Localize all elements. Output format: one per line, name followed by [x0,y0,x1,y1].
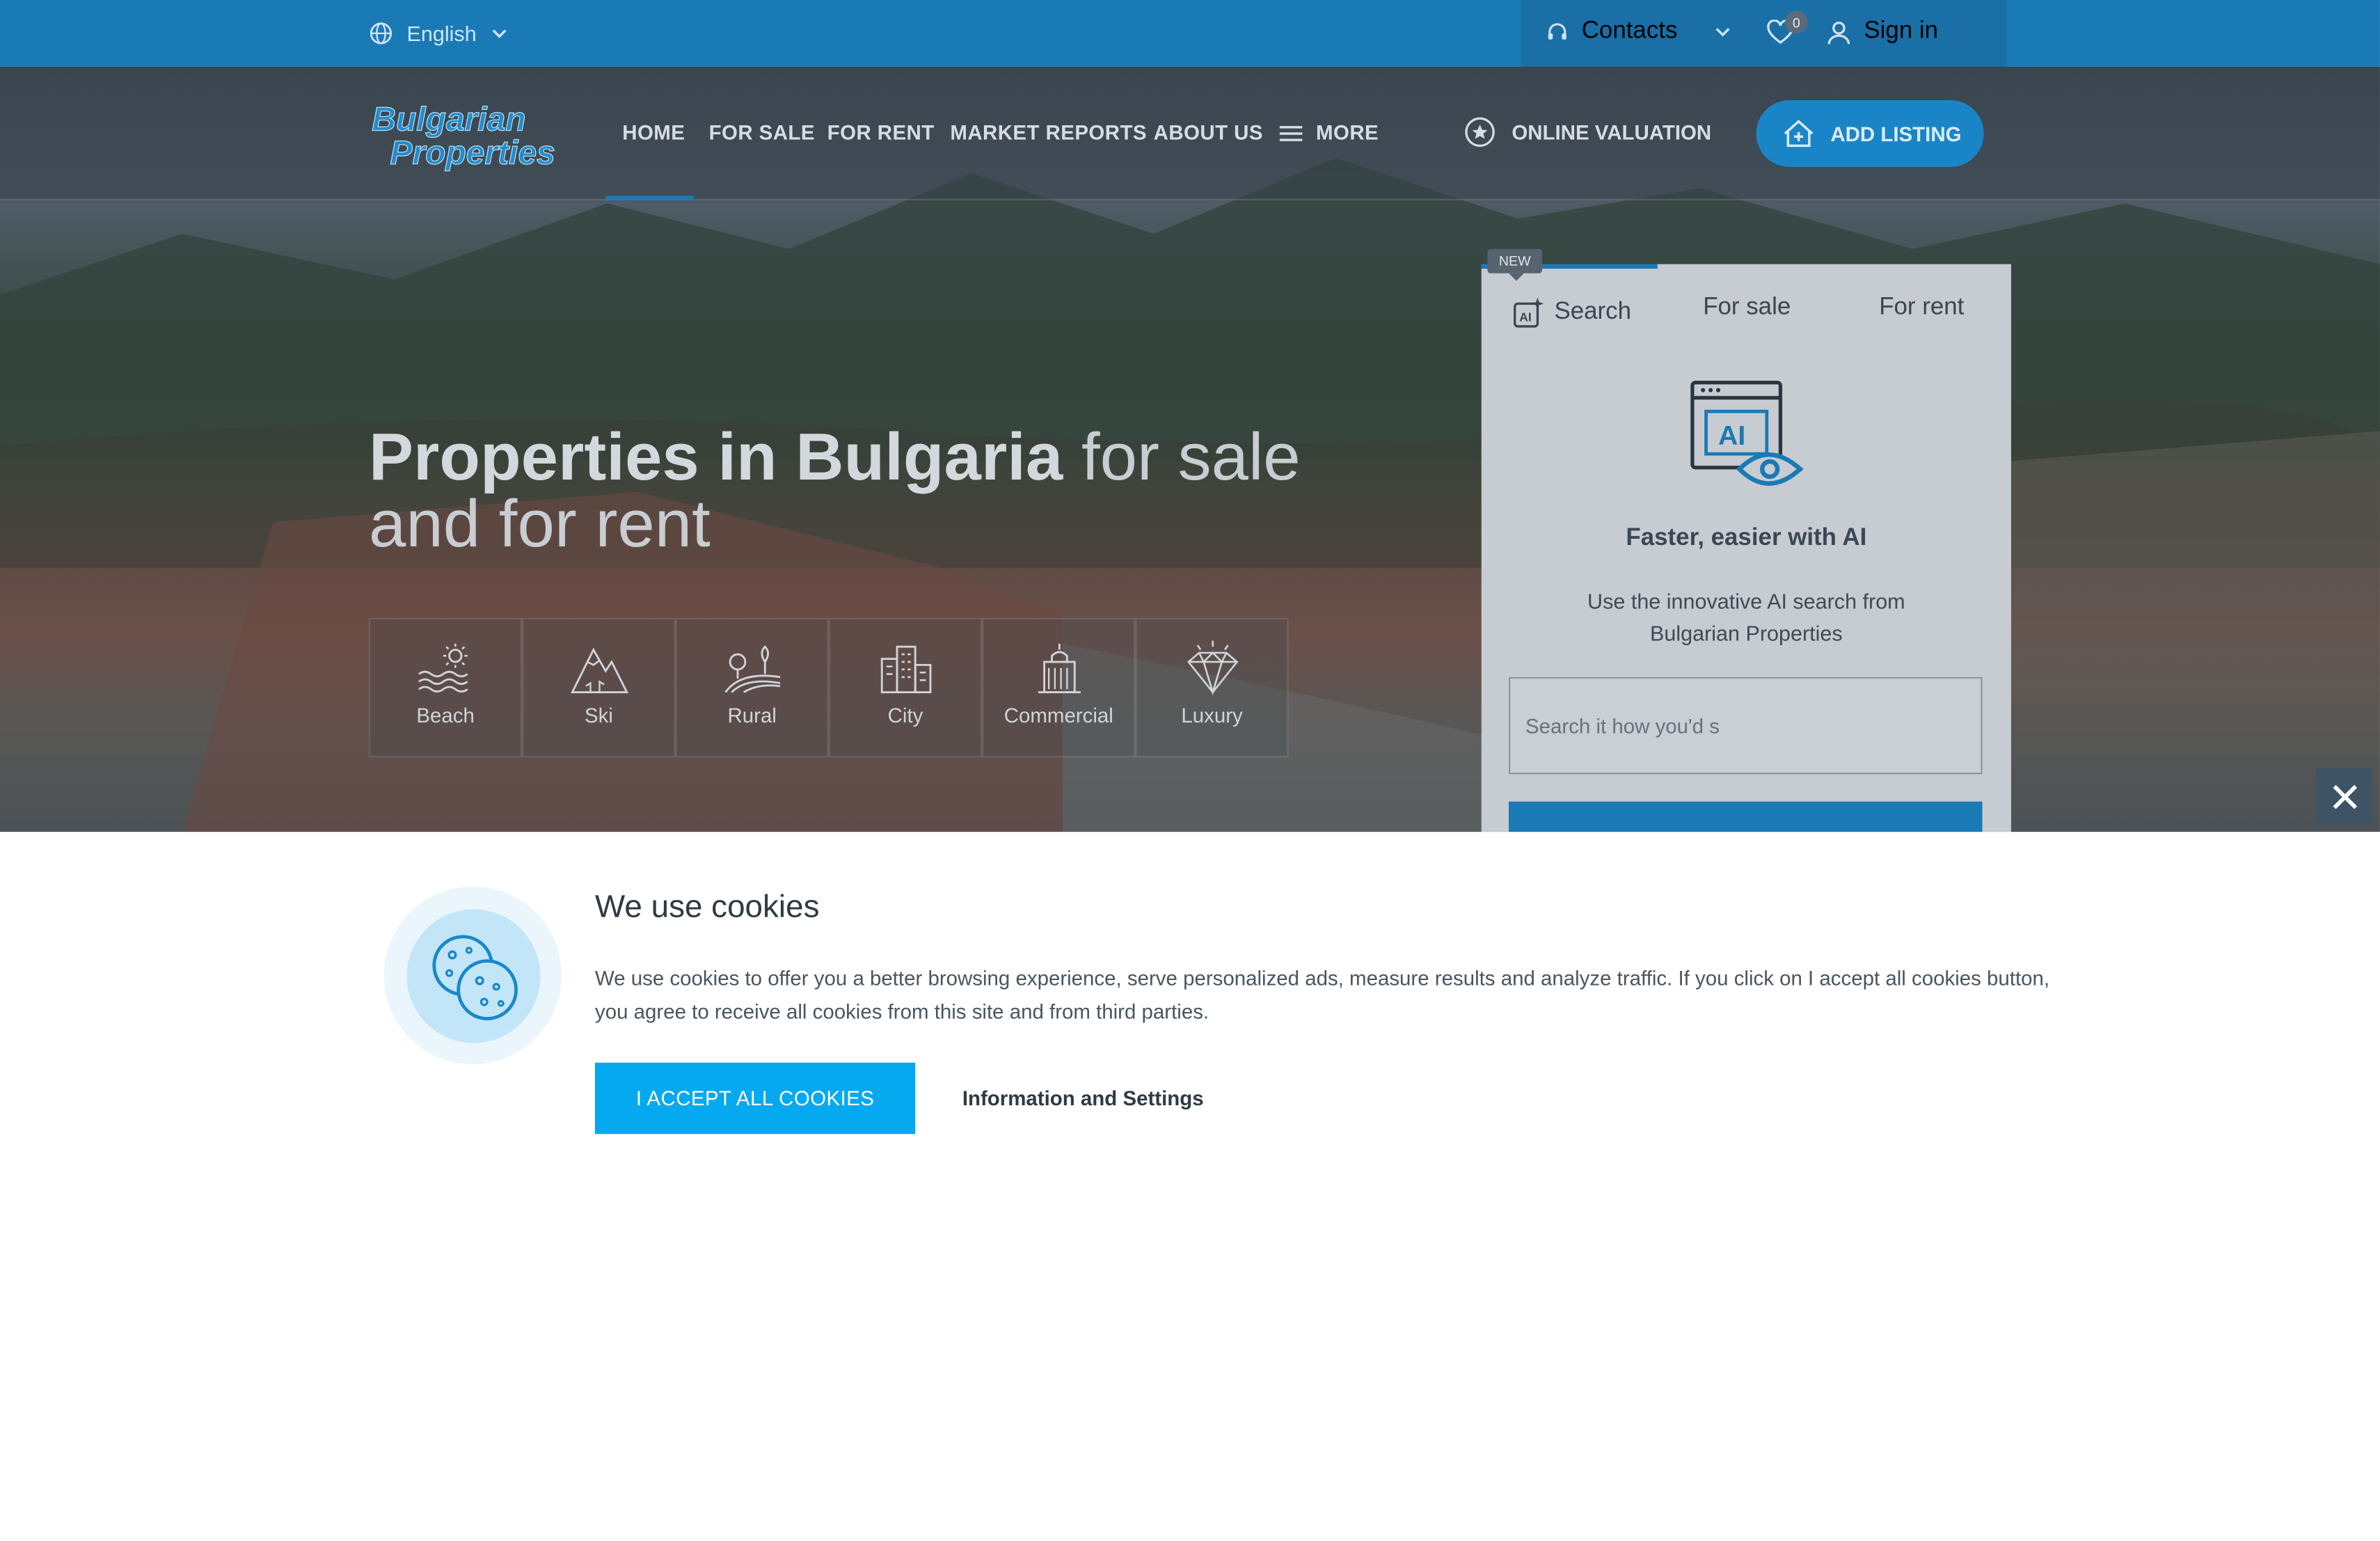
nav-market-reports[interactable]: MARKET REPORTS [950,121,1147,144]
accept-all-cookies-button[interactable]: I ACCEPT ALL COOKIES [594,1062,916,1135]
category-beach[interactable]: Beach [369,617,523,758]
chevron-down-icon [1715,28,1730,37]
svg-text:Properties: Properties [390,135,555,172]
language-selector[interactable]: English [369,18,508,49]
nav-about-us[interactable]: ABOUT US [1154,121,1263,144]
valuation-star-icon [1465,117,1495,148]
category-luxury[interactable]: Luxury [1135,617,1289,758]
nav-more-label: MORE [1316,121,1379,145]
cookie-illustration [383,886,562,1064]
commercial-building-icon [1037,643,1080,693]
sign-in-label: Sign in [1864,18,1939,45]
ai-search-input[interactable]: Search it how you'd s [1509,677,1983,775]
ai-sparkle-icon: AI [1514,297,1544,328]
online-valuation-link[interactable]: ONLINE VALUATION [1463,116,1712,149]
svg-text:AI: AI [1519,310,1531,324]
contacts-dropdown[interactable]: Contacts [1545,18,1732,45]
favorites-count-badge: 0 [1784,10,1808,33]
cookie-information-settings-link[interactable]: Information and Settings [962,1087,1204,1110]
top-bar: English Contacts 0 Sign in [0,0,2380,67]
close-icon [2332,784,2356,809]
chevron-down-icon [492,29,507,38]
cookie-title: We use cookies [594,890,820,925]
tab-ai-search[interactable]: AI Search [1512,296,1631,329]
user-icon [1827,20,1850,44]
headset-icon [1548,23,1566,40]
category-city[interactable]: City [828,617,983,758]
cookie-consent-banner: We use cookies We use cookies to offer y… [0,832,2380,1537]
nav-home[interactable]: HOME [622,121,685,144]
menu-icon [1279,125,1303,141]
nav-more[interactable]: MORE [1279,121,1379,145]
tab-for-rent[interactable]: For rent [1879,294,1964,322]
property-categories: Beach Ski Rural City Commercial Luxury [369,617,1289,758]
add-listing-label: ADD LISTING [1830,122,1962,145]
main-navigation: Bulgarian Properties HOME FOR SALE FOR R… [0,66,2380,200]
search-panel-title: Faster, easier with AI [1626,525,1867,551]
nav-for-rent[interactable]: FOR RENT [827,121,935,144]
category-label: Rural [727,704,777,727]
language-label: English [406,21,477,46]
add-listing-button[interactable]: ADD LISTING [1756,100,1984,167]
search-panel-subtitle: Use the innovative AI search from Bulgar… [1587,589,1905,645]
city-buildings-icon [880,645,931,693]
tab-for-sale[interactable]: For sale [1703,294,1791,322]
bulgarian-properties-logo[interactable]: Bulgarian Properties [369,97,601,173]
category-commercial[interactable]: Commercial [982,617,1136,758]
cookie-icon [431,934,517,1020]
svg-text:Bulgarian: Bulgarian [372,102,525,139]
hero-heading: Properties in Bulgaria for sale and for … [369,425,1340,559]
svg-text:AI: AI [1718,420,1745,451]
hero-banner: Bulgarian Properties HOME FOR SALE FOR R… [0,66,2380,832]
hero-heading-bold: Properties in Bulgaria [369,420,1063,496]
category-label: Commercial [1003,704,1113,727]
rural-field-icon [724,645,780,693]
house-plus-icon [1784,120,1814,148]
nav-for-sale[interactable]: FOR SALE [709,121,815,144]
category-ski[interactable]: Ski [522,617,676,758]
diamond-icon [1186,640,1238,695]
category-rural[interactable]: Rural [675,617,829,758]
cookie-description: We use cookies to offer you a better bro… [594,967,2050,1024]
sign-in-link[interactable]: Sign in [1826,18,1938,45]
contacts-label: Contacts [1581,18,1678,45]
active-nav-indicator [605,196,694,200]
category-label: Luxury [1181,704,1243,727]
beach-waves-icon [418,643,468,693]
ai-browser-eye-icon: AI [1690,381,1804,486]
close-cookie-banner-button[interactable] [2316,768,2373,825]
category-label: City [887,704,923,727]
mountain-icon [569,647,628,693]
new-badge: NEW [1487,248,1542,281]
online-valuation-label: ONLINE VALUATION [1512,120,1712,144]
category-label: Beach [416,704,475,727]
ai-search-button[interactable] [1509,801,1983,832]
tab-search-label: Search [1554,299,1632,325]
search-panel: NEW AI Search For sale For rent AI Faste… [1481,248,2011,832]
globe-icon [370,22,392,45]
category-label: Ski [584,704,613,727]
